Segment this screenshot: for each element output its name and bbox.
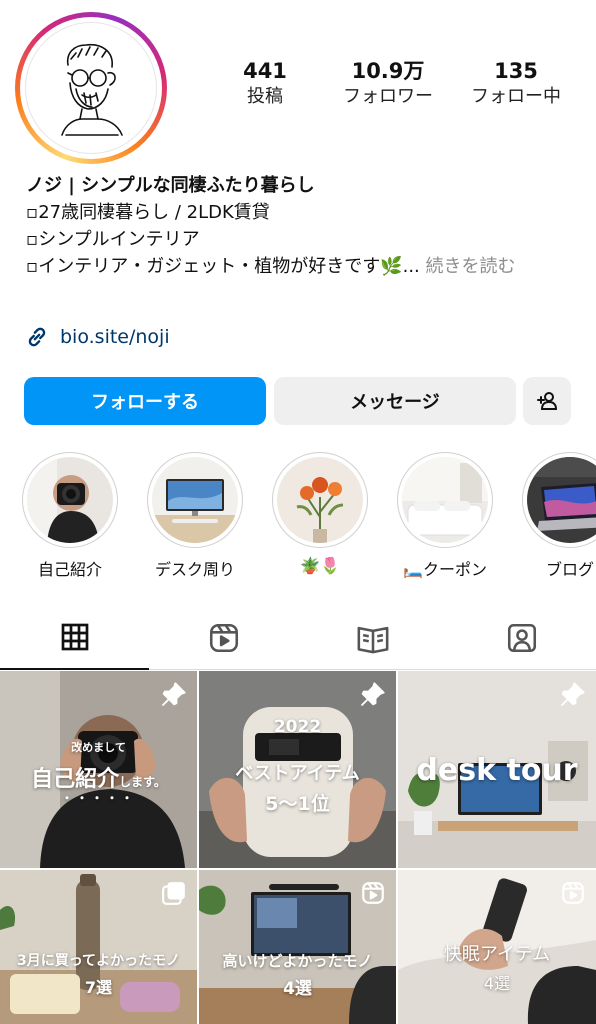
bio-line: ▫27歳同棲暮らし / 2LDK賃貸 <box>26 202 270 223</box>
followers-count: 10.9万 <box>351 59 425 83</box>
post-caption-tail: します。 <box>119 775 166 789</box>
post-caption-dots: ・・・・・ <box>60 791 136 805</box>
following-count-stat[interactable]: 135 フォロー中 <box>456 58 576 110</box>
post-tile[interactable]: 快眠アイテム 4選 <box>398 870 596 1024</box>
person-add-icon <box>537 392 558 410</box>
profile-tabs <box>0 606 596 670</box>
profile-link-text: bio.site/noji <box>60 326 170 348</box>
post-caption: 快眠アイテム <box>443 944 551 965</box>
highlight-desk-photo-icon <box>152 457 238 543</box>
posts-label: 投稿 <box>247 86 283 107</box>
message-button[interactable]: メッセージ <box>274 377 516 425</box>
post-tile[interactable]: 3月に買ってよかったモノ 7選 <box>0 870 197 1024</box>
highlight-camera-photo-icon <box>27 457 113 543</box>
bio-line-text: ▫インテリア・ガジェット・植物が好きです🌿... <box>26 256 420 277</box>
pin-icon <box>360 682 385 707</box>
posts-count-stat[interactable]: 441 投稿 <box>220 58 310 110</box>
post-caption: ベストアイテム <box>235 763 360 784</box>
post-caption-small: 改めまして <box>71 741 126 754</box>
avatar-line-drawing-icon <box>61 43 123 136</box>
pin-icon <box>161 682 186 707</box>
post-caption: 高いけどよかったモノ <box>222 952 373 970</box>
highlight-label: ブログ <box>545 560 594 579</box>
post-caption-year: 2022 <box>273 717 322 737</box>
reel-icon <box>562 882 584 904</box>
reel-icon <box>362 882 384 904</box>
profile-stats: 441 投稿 10.9万 フォロワー 135 フォロー中 <box>220 58 580 118</box>
followers-label: フォロワー <box>343 86 433 107</box>
avatar <box>25 22 157 154</box>
following-count: 135 <box>494 59 538 83</box>
highlight-label: デスク周り <box>154 560 235 579</box>
posts-count: 441 <box>243 59 287 83</box>
post-caption: desk tour <box>416 753 578 788</box>
profile-link[interactable]: bio.site/noji <box>24 324 170 350</box>
highlight-bed-photo-icon <box>402 457 488 543</box>
profile-name: ノジ | シンプルな同棲ふたり暮らし <box>26 175 315 196</box>
highlight-label: 自己紹介 <box>37 560 102 579</box>
story-highlights: 自己紹介 デスク周り 🪴🌷 🛏️クーポン ブログ <box>0 452 596 582</box>
post-caption-sub: 7選 <box>84 978 113 997</box>
tab-posts-grid[interactable] <box>0 606 149 670</box>
suggest-user-button[interactable] <box>523 377 571 425</box>
highlight-self-intro[interactable]: 自己紹介 <box>20 452 120 580</box>
highlight-plants[interactable]: 🪴🌷 <box>270 452 370 575</box>
highlight-blog[interactable]: ブログ <box>520 452 596 580</box>
post-tile[interactable]: 2022 ベストアイテム 5〜1位 <box>199 671 396 868</box>
bio-line: ▫インテリア・ガジェット・植物が好きです🌿... 続きを読む <box>26 253 574 280</box>
highlight-label: 🪴🌷 <box>300 556 340 575</box>
follow-button[interactable]: フォローする <box>24 377 266 425</box>
reels-icon <box>209 623 238 653</box>
bio-more-link[interactable]: 続きを読む <box>426 256 516 277</box>
post-tile[interactable]: 高いけどよかったモノ 4選 <box>199 870 396 1024</box>
following-label: フォロー中 <box>471 86 561 107</box>
carousel-icon <box>162 882 185 905</box>
post-caption: 3月に買ってよかったモノ <box>16 953 181 969</box>
tab-guides[interactable] <box>298 606 447 670</box>
tagged-person-icon <box>507 623 536 653</box>
highlight-flowers-photo-icon <box>277 457 363 543</box>
bio-line: ▫シンプルインテリア <box>26 229 200 250</box>
highlight-laptop-photo-icon <box>527 457 596 543</box>
tab-tagged[interactable] <box>447 606 596 670</box>
profile-avatar-ring[interactable] <box>15 12 167 164</box>
post-tile[interactable]: 改めまして 自己紹介します。 ・・・・・ <box>0 671 197 868</box>
tab-reels[interactable] <box>149 606 298 670</box>
pin-icon <box>560 682 585 707</box>
post-caption-sub: 5〜1位 <box>265 793 330 815</box>
post-caption-sub: 4選 <box>483 974 511 993</box>
profile-bio: ノジ | シンプルな同棲ふたり暮らし ▫27歳同棲暮らし / 2LDK賃貸 ▫シ… <box>26 172 574 280</box>
link-icon <box>28 327 46 347</box>
highlight-desk[interactable]: デスク周り <box>145 452 245 580</box>
highlight-coupon[interactable]: 🛏️クーポン <box>395 452 495 580</box>
grid-icon <box>61 623 88 651</box>
guide-book-icon <box>357 626 388 654</box>
highlight-label: 🛏️クーポン <box>403 560 487 579</box>
post-tile[interactable]: desk tour <box>398 671 596 868</box>
post-caption-sub: 4選 <box>283 979 312 999</box>
followers-count-stat[interactable]: 10.9万 フォロワー <box>328 58 448 110</box>
